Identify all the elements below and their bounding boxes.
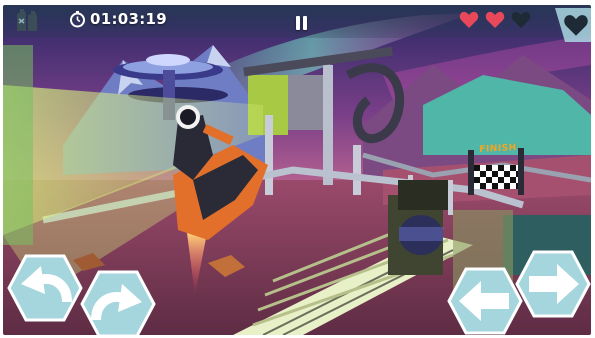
lives-hearts (459, 11, 531, 29)
finish-gate-right (518, 148, 524, 195)
pause-button[interactable] (292, 12, 310, 32)
game-viewport: 01:03:19 FINISH (3, 5, 591, 335)
heart-icon (563, 14, 589, 37)
pylon-3 (353, 145, 361, 195)
fence-post-top (398, 180, 448, 210)
race-timer: 01:03:19 (69, 10, 167, 28)
pylon-2 (265, 115, 273, 195)
lean-back-button[interactable] (7, 254, 83, 322)
stopwatch-icon (69, 10, 86, 28)
pause-icon (295, 12, 307, 32)
heart-empty-icon (511, 11, 531, 29)
lean-forward-button[interactable] (80, 270, 156, 335)
timer-value: 01:03:19 (90, 10, 168, 28)
accelerate-button[interactable] (515, 250, 591, 318)
rider-visor (180, 109, 196, 125)
finish-checkered-flag (474, 165, 518, 189)
fence-barrel-band (399, 227, 443, 241)
track-post-a (448, 180, 453, 215)
jerrycan-icon (14, 9, 40, 33)
heart-icon (485, 11, 505, 29)
finish-gate-left (468, 150, 474, 195)
grey-building (288, 75, 328, 130)
pylon-1 (323, 65, 333, 185)
ufo-tower-top (146, 54, 190, 66)
brake-button[interactable] (447, 267, 523, 335)
green-pillar (3, 45, 33, 245)
heart-icon (459, 11, 479, 29)
